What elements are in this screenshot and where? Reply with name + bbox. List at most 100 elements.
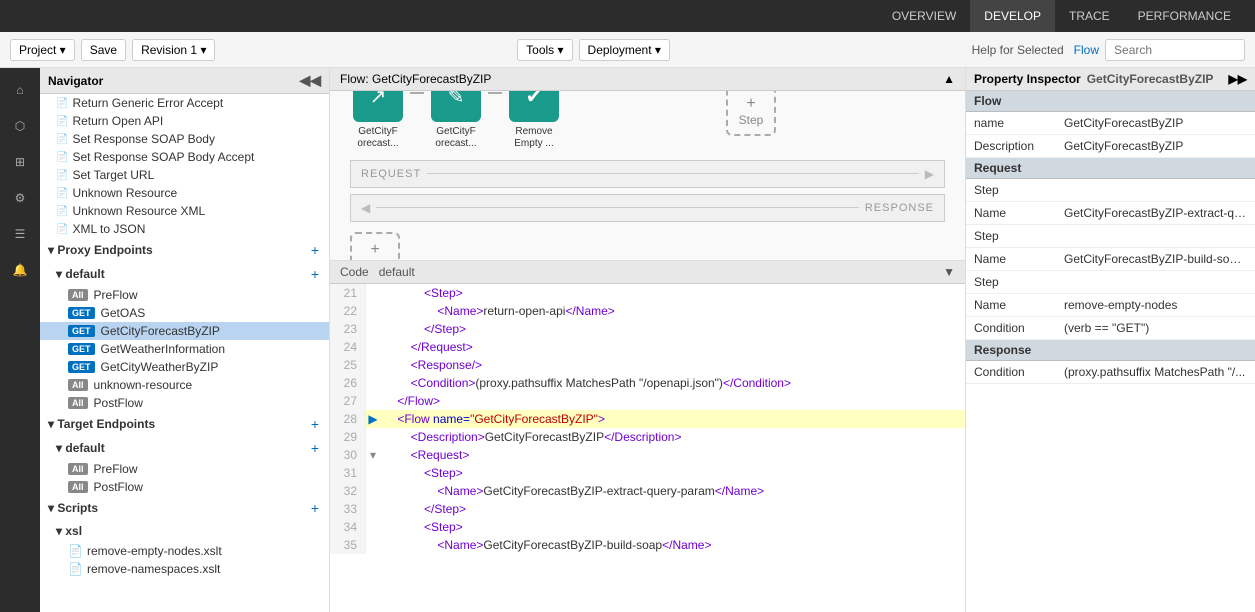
nav-item-set-response-soap-accept[interactable]: 📄 Set Response SOAP Body Accept xyxy=(40,148,329,166)
flow-canvas-expand[interactable]: ▲ xyxy=(943,72,955,86)
prop-row-step2: Step xyxy=(966,271,1255,294)
nav-performance[interactable]: PERFORMANCE xyxy=(1124,0,1245,32)
navigator-collapse-btn[interactable]: ◀◀ xyxy=(299,72,321,89)
prop-val-condition1: (proxy.pathsuffix MatchesPath "/... xyxy=(1060,364,1251,380)
nav-label-0: Return Generic Error Accept xyxy=(72,96,223,110)
line-code-27: </Flow> xyxy=(380,392,440,410)
property-panel-expand[interactable]: ▶▶ xyxy=(1229,72,1247,86)
response-arrow-line xyxy=(376,207,859,208)
code-panel-header: Code default ▼ xyxy=(330,261,965,284)
line-num-21: 21 xyxy=(330,284,366,302)
nav-getweatherinformation[interactable]: GET GetWeatherInformation xyxy=(40,340,329,358)
flow-step-icon-1: ✎ xyxy=(431,91,481,122)
xsl-section[interactable]: ▾ xsl xyxy=(40,520,329,542)
nav-remove-empty-nodes[interactable]: 📄 remove-empty-nodes.xslt xyxy=(40,542,329,560)
add-step-box-bottom[interactable]: + Step xyxy=(350,232,400,262)
scripts-add-btn[interactable]: + xyxy=(309,500,321,516)
nav-item-unknown-resource[interactable]: 📄 Unknown Resource xyxy=(40,184,329,202)
default-target-add-btn[interactable]: + xyxy=(309,440,321,456)
nav-getoas[interactable]: GET GetOAS xyxy=(40,304,329,322)
code-line-24: 24 </Request> xyxy=(330,338,965,356)
add-step-plus-icon-bottom: + xyxy=(370,241,379,259)
target-endpoints-section[interactable]: ▾ Target Endpoints + xyxy=(40,412,329,436)
nav-item-xml-to-json[interactable]: 📄 XML to JSON xyxy=(40,220,329,238)
navigator-title: Navigator xyxy=(48,74,103,88)
sidebar-home-icon[interactable]: ⌂ xyxy=(4,74,36,106)
sidebar-book-icon[interactable]: ☰ xyxy=(4,218,36,250)
sidebar-settings-icon[interactable]: ⚙ xyxy=(4,182,36,214)
revision-button[interactable]: Revision 1 ▾ xyxy=(132,39,215,61)
line-num-35: 35 xyxy=(330,536,366,554)
flow-link[interactable]: Flow xyxy=(1074,43,1099,57)
doc-icon-1: 📄 xyxy=(56,116,68,127)
main-layout: ⌂ ⬡ ⊞ ⚙ ☰ 🔔 Navigator ◀◀ 📄 Return Generi… xyxy=(0,68,1255,612)
file-icon-2: 📄 xyxy=(68,562,83,576)
nav-item-set-target-url[interactable]: 📄 Set Target URL xyxy=(40,166,329,184)
nav-item-return-open-api[interactable]: 📄 Return Open API xyxy=(40,112,329,130)
proxy-endpoints-add-btn[interactable]: + xyxy=(309,242,321,258)
line-arrow-21 xyxy=(366,284,380,302)
add-step-box[interactable]: + Step xyxy=(726,91,776,136)
nav-postflow2[interactable]: All PostFlow xyxy=(40,478,329,496)
project-button[interactable]: Project ▾ xyxy=(10,39,75,61)
doc-icon-5: 📄 xyxy=(56,188,68,199)
flow-step-1[interactable]: ✎ GetCityF orecast... xyxy=(428,91,484,150)
nav-preflow1[interactable]: All PreFlow xyxy=(40,286,329,304)
tools-button[interactable]: Tools ▾ xyxy=(517,39,572,61)
flow-step-2[interactable]: ✔ Remove Empty ... xyxy=(506,91,562,150)
flow-step-0[interactable]: ↗ GetCityF orecast... xyxy=(350,91,406,150)
nav-item-unknown-resource-xml[interactable]: 📄 Unknown Resource XML xyxy=(40,202,329,220)
line-code-32: <Name>GetCityForecastByZIP-extract-query… xyxy=(380,482,764,500)
code-panel: Code default ▼ 21 <Step> 22 <Name>return… xyxy=(330,261,965,612)
prop-section-flow: Flow xyxy=(966,91,1255,112)
nav-item-return-generic[interactable]: 📄 Return Generic Error Accept xyxy=(40,94,329,112)
default-proxy-add-btn[interactable]: + xyxy=(309,266,321,282)
sidebar-box-icon[interactable]: ⬡ xyxy=(4,110,36,142)
nav-preflow2[interactable]: All PreFlow xyxy=(40,460,329,478)
prop-val-name0: GetCityForecastByZIP-extract-qu... xyxy=(1060,205,1251,221)
line-num-22: 22 xyxy=(330,302,366,320)
prop-row-name0: Name GetCityForecastByZIP-extract-qu... xyxy=(966,202,1255,225)
nav-label-7: XML to JSON xyxy=(72,222,145,236)
nav-remove-namespaces[interactable]: 📄 remove-namespaces.xslt xyxy=(40,560,329,578)
deployment-button[interactable]: Deployment ▾ xyxy=(579,39,670,61)
target-endpoints-add-btn[interactable]: + xyxy=(309,416,321,432)
code-content[interactable]: 21 <Step> 22 <Name>return-open-api</Name… xyxy=(330,284,965,612)
line-num-30: 30 xyxy=(330,446,366,464)
code-line-34: 34 <Step> xyxy=(330,518,965,536)
flow-title: Flow: GetCityForecastByZIP xyxy=(340,72,491,86)
flow-step-label-1: GetCityF orecast... xyxy=(428,126,484,150)
prop-val-name1: GetCityForecastByZIP-build-soap... xyxy=(1060,251,1251,267)
sidebar-bell-icon[interactable]: 🔔 xyxy=(4,254,36,286)
nav-item-set-response-soap[interactable]: 📄 Set Response SOAP Body xyxy=(40,130,329,148)
remove-namespaces-label: remove-namespaces.xslt xyxy=(87,562,220,576)
help-text: Help for Selected xyxy=(972,43,1064,57)
nav-getcityforecastbyzip[interactable]: GET GetCityForecastByZIP xyxy=(40,322,329,340)
scripts-section[interactable]: ▾ Scripts + xyxy=(40,496,329,520)
line-arrow-33 xyxy=(366,500,380,518)
default-target-section[interactable]: ▾ default + xyxy=(40,436,329,460)
nav-getcityweatherbyzip[interactable]: GET GetCityWeatherByZIP xyxy=(40,358,329,376)
save-button[interactable]: Save xyxy=(81,39,126,61)
prop-val-name2: remove-empty-nodes xyxy=(1060,297,1251,313)
nav-trace[interactable]: TRACE xyxy=(1055,0,1124,32)
flow-canvas-header: Flow: GetCityForecastByZIP ▲ xyxy=(330,68,965,91)
preflow1-label: PreFlow xyxy=(94,288,138,302)
unknown-resource-label: unknown-resource xyxy=(94,378,193,392)
xsl-label: ▾ xsl xyxy=(56,524,82,538)
search-input[interactable] xyxy=(1105,39,1245,61)
proxy-endpoints-section[interactable]: ▾ Proxy Endpoints + xyxy=(40,238,329,262)
default-proxy-section[interactable]: ▾ default + xyxy=(40,262,329,286)
nav-overview[interactable]: OVERVIEW xyxy=(878,0,970,32)
doc-icon-7: 📄 xyxy=(56,224,68,235)
code-panel-expand[interactable]: ▼ xyxy=(943,265,955,279)
nav-postflow1[interactable]: All PostFlow xyxy=(40,394,329,412)
badge-all-preflow2: All xyxy=(68,463,88,475)
badge-get-oas: GET xyxy=(68,307,95,319)
nav-develop[interactable]: DEVELOP xyxy=(970,0,1055,32)
flow-step-icon-2: ✔ xyxy=(509,91,559,122)
line-code-23: </Step> xyxy=(380,320,466,338)
nav-unknown-resource[interactable]: All unknown-resource xyxy=(40,376,329,394)
prop-val-description: GetCityForecastByZIP xyxy=(1060,138,1251,154)
sidebar-api-icon[interactable]: ⊞ xyxy=(4,146,36,178)
